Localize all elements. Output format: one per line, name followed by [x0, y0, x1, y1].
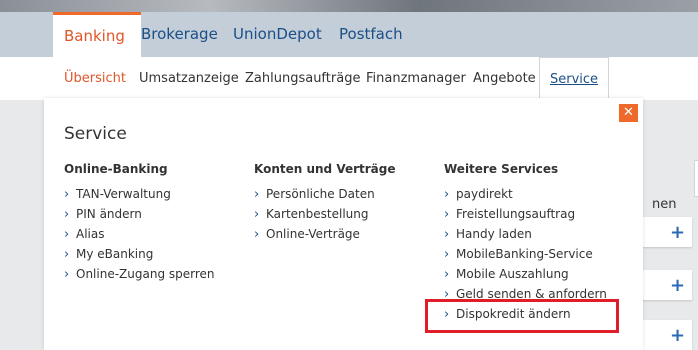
column-online-banking: Online-Banking › TAN-Verwaltung › PIN ände… [64, 162, 254, 284]
link-kartenbestellung[interactable]: › Kartenbestellung [254, 204, 444, 224]
column-heading: Konten und Verträge [254, 162, 396, 176]
background-add-button[interactable]: + [640, 270, 692, 300]
chevron-right-icon: › [64, 227, 70, 242]
background-content: nen + + + [640, 100, 698, 350]
chevron-right-icon: › [444, 227, 450, 242]
column-heading: Online-Banking [64, 162, 168, 176]
plus-icon: + [670, 275, 686, 296]
link-mobile-auszahlung[interactable]: › Mobile Auszahlung [444, 264, 634, 284]
chevron-right-icon: › [254, 207, 260, 222]
link-tan-verwaltung[interactable]: › TAN-Verwaltung [64, 184, 254, 204]
close-icon: ✕ [623, 105, 634, 120]
chevron-right-icon: › [444, 187, 450, 202]
subnav-angebote[interactable]: Angebote [473, 57, 536, 100]
link-online-zugang-sperren[interactable]: › Online-Zugang sperren [64, 264, 254, 284]
subnav-service[interactable]: Service [539, 57, 610, 101]
tab-brokerage[interactable]: Brokerage [141, 12, 218, 57]
link-online-vertraege[interactable]: › Online-Verträge [254, 224, 444, 244]
link-paydirekt[interactable]: › paydirekt [444, 184, 634, 204]
plus-icon: + [670, 325, 686, 346]
background-partial-text: nen [652, 197, 677, 212]
link-persoenliche-daten[interactable]: › Persönliche Daten [254, 184, 444, 204]
chevron-right-icon: › [254, 187, 260, 202]
column-konten-vertraege: Konten und Verträge › Persönliche Daten ›… [254, 162, 444, 244]
highlight-annotation-box [425, 299, 619, 333]
plus-icon: + [670, 222, 686, 243]
tab-banking[interactable]: Banking [53, 12, 141, 57]
chevron-right-icon: › [444, 247, 450, 262]
background-add-button[interactable]: + [640, 217, 692, 247]
link-mobilebanking-service[interactable]: › MobileBanking-Service [444, 244, 634, 264]
link-freistellungsauftrag[interactable]: › Freistellungsauftrag [444, 204, 634, 224]
link-handy-laden[interactable]: › Handy laden [444, 224, 634, 244]
close-button[interactable]: ✕ [619, 104, 638, 122]
subnav-umsatzanzeige[interactable]: Umsatzanzeige [139, 57, 239, 100]
link-my-ebanking[interactable]: › My eBanking [64, 244, 254, 264]
chevron-right-icon: › [64, 247, 70, 262]
chevron-right-icon: › [64, 207, 70, 222]
tab-postfach[interactable]: Postfach [339, 12, 403, 57]
hero-banner-image [0, 0, 698, 12]
panel-title: Service [64, 124, 127, 144]
sub-navigation: Übersicht Umsatzanzeige Zahlungsaufträge… [0, 57, 698, 101]
subnav-finanzmanager[interactable]: Finanzmanager [366, 57, 466, 100]
background-input-edge [694, 160, 698, 197]
chevron-right-icon: › [254, 227, 260, 242]
link-pin-aendern[interactable]: › PIN ändern [64, 204, 254, 224]
subnav-zahlungsauftraege[interactable]: Zahlungsaufträge [245, 57, 360, 100]
chevron-right-icon: › [444, 267, 450, 282]
link-alias[interactable]: › Alias [64, 224, 254, 244]
subnav-uebersicht[interactable]: Übersicht [64, 57, 126, 100]
column-heading: Weitere Services [444, 162, 559, 176]
tab-uniondepot[interactable]: UnionDepot [233, 12, 322, 57]
chevron-right-icon: › [444, 207, 450, 222]
background-add-button[interactable]: + [640, 320, 692, 350]
chevron-right-icon: › [64, 187, 70, 202]
top-navigation: Banking Brokerage UnionDepot Postfach [0, 12, 698, 57]
chevron-right-icon: › [64, 267, 70, 282]
